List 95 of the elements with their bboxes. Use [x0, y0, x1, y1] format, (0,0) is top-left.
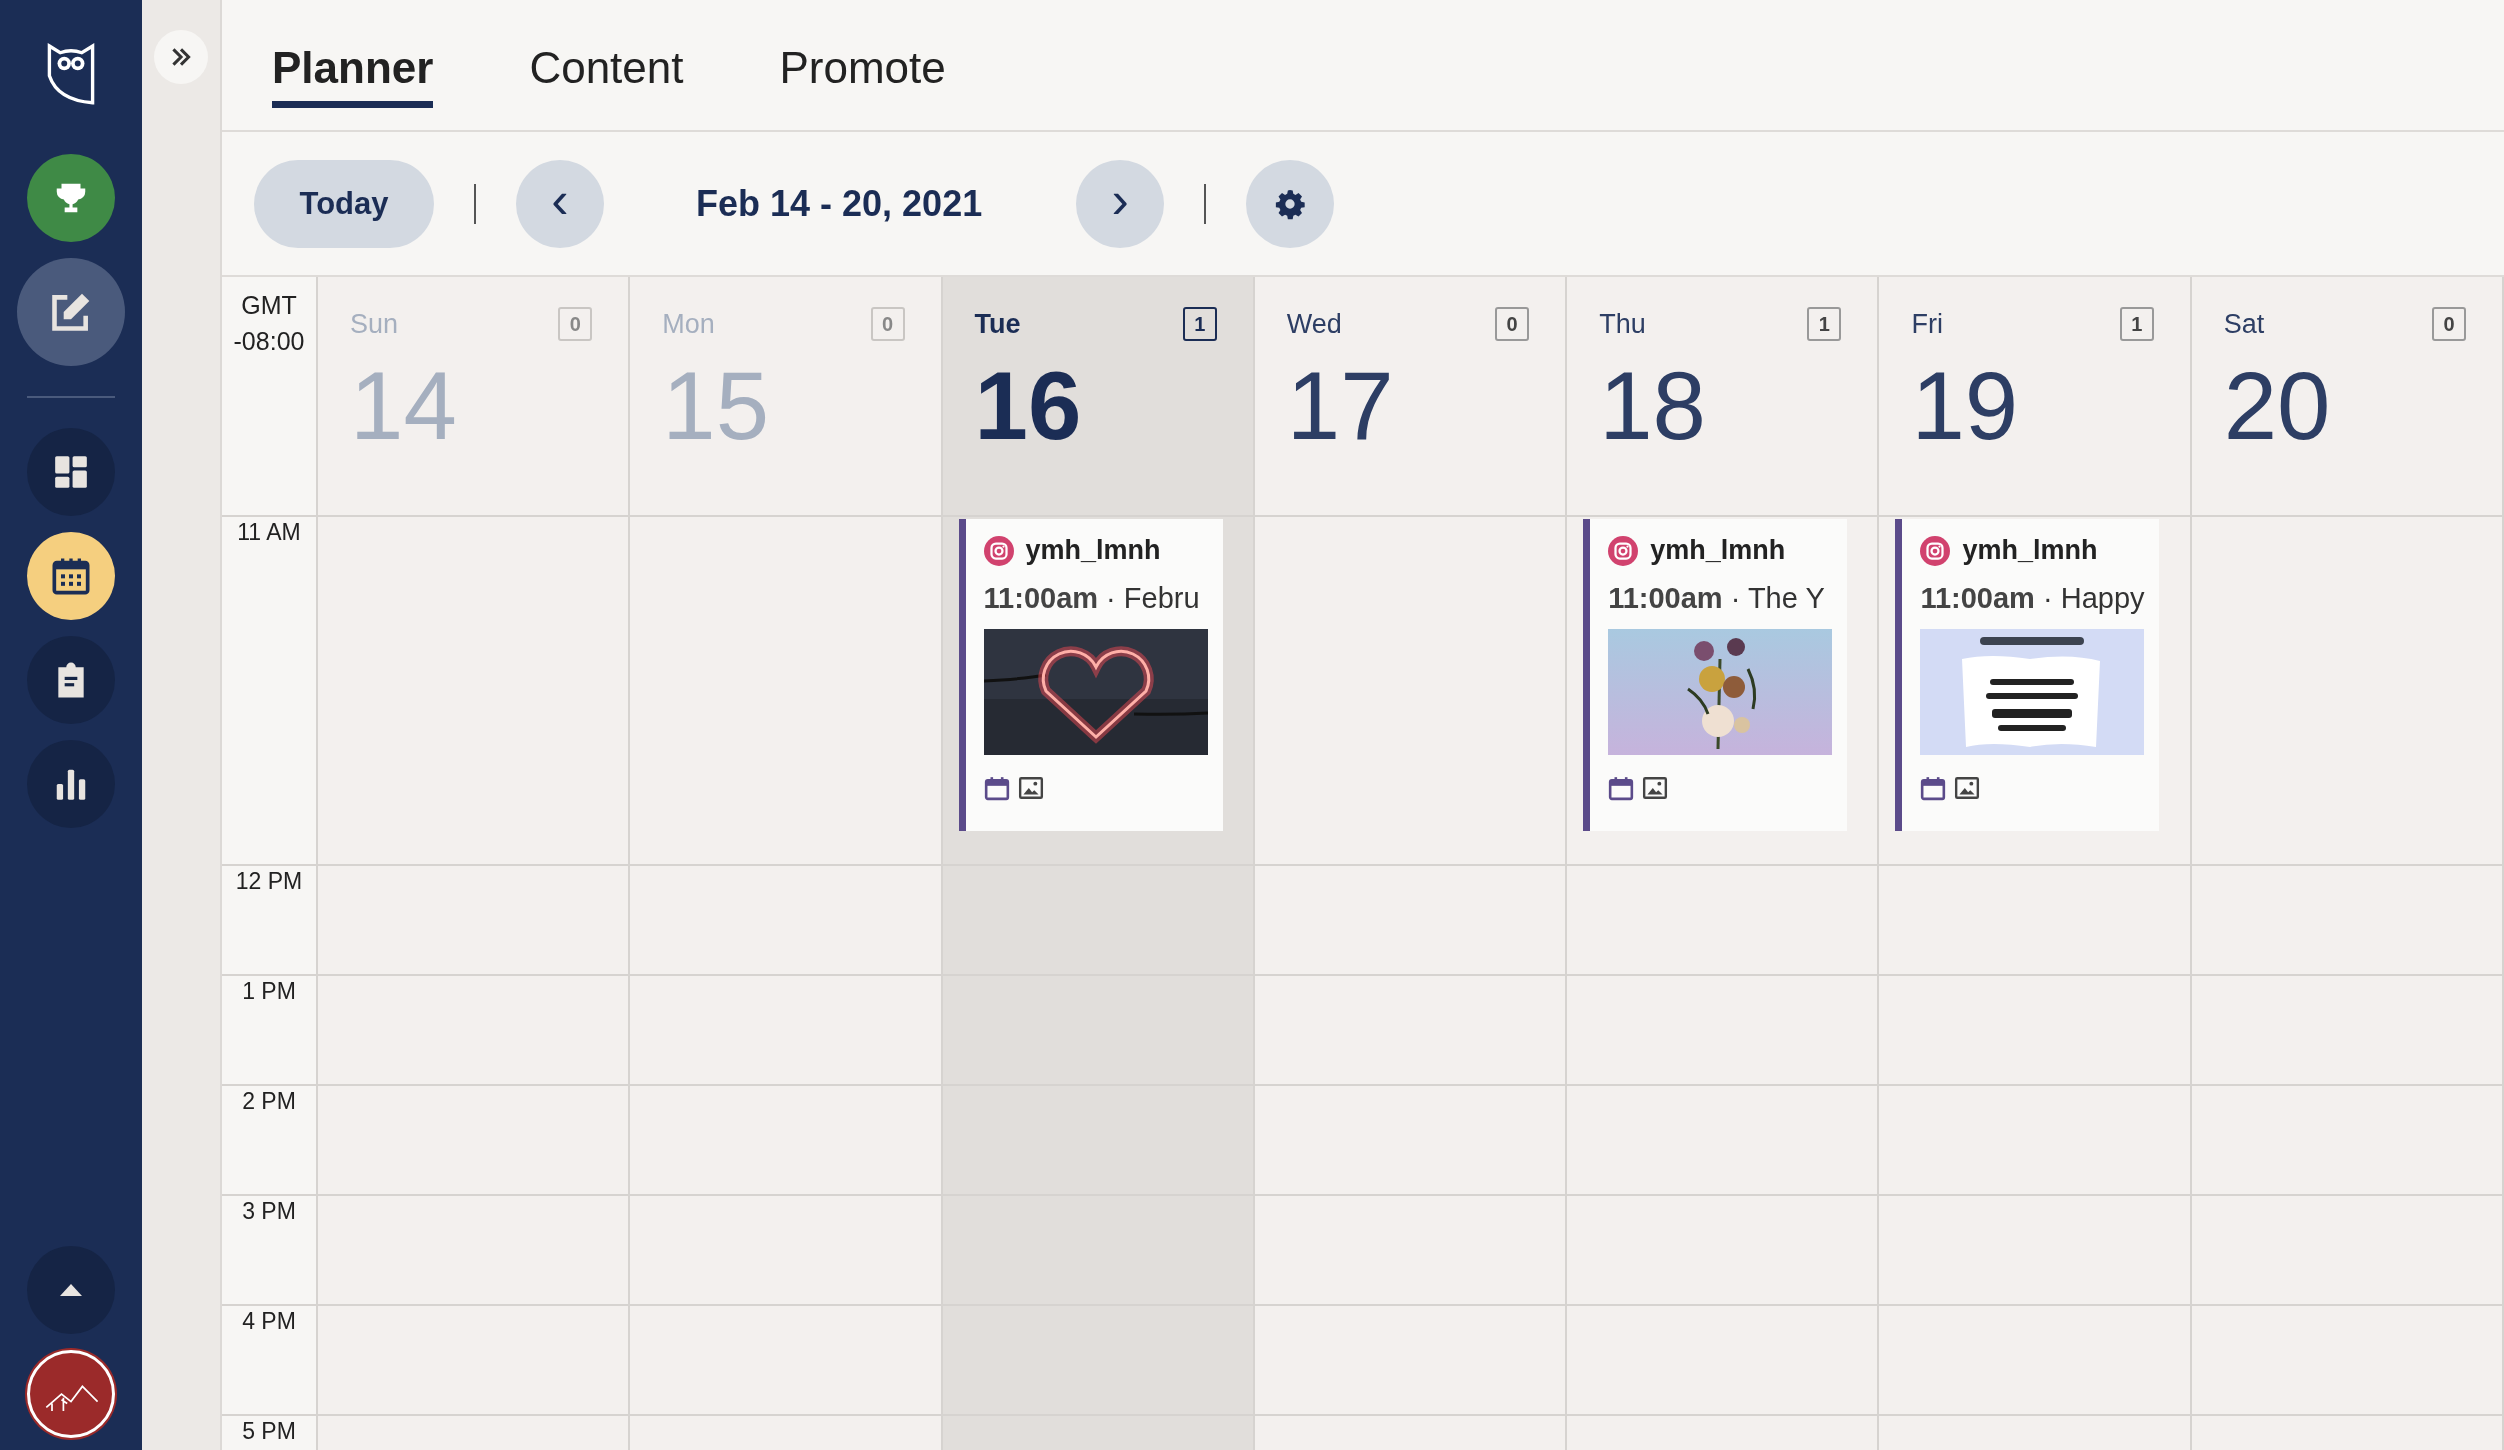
calendar-cell[interactable]: [1567, 976, 1880, 1086]
calendar-cell[interactable]: [2191, 1086, 2504, 1196]
day-number: 19: [1911, 351, 2020, 461]
day-number: 14: [350, 351, 458, 461]
calendar-cell[interactable]: [318, 866, 631, 976]
next-button[interactable]: ›: [1076, 159, 1165, 248]
hour-label: 12 PM: [235, 868, 303, 895]
account-name: ymh_lmnh: [1650, 535, 1786, 566]
profile-avatar[interactable]: [27, 1350, 115, 1438]
previous-button[interactable]: ‹: [516, 159, 604, 248]
post-time-title: 11:00am · Happy: [1920, 582, 2146, 615]
calendar-cell[interactable]: [1879, 1306, 2192, 1416]
day-number: 18: [1599, 351, 1707, 461]
calendar-cell[interactable]: [2191, 866, 2504, 976]
day-number: 15: [662, 351, 771, 461]
post-count: 0: [1495, 307, 1530, 341]
hour-label: 5 PM: [242, 1418, 296, 1445]
day-name: Sat: [2223, 308, 2265, 340]
calendar-cell[interactable]: [1254, 976, 1568, 1086]
calendar-cell[interactable]: [1879, 1196, 2192, 1306]
timezone-label: GMT -08:00: [222, 277, 318, 517]
day-name: Wed: [1286, 308, 1342, 340]
calendar-cell[interactable]: [1254, 1196, 1568, 1306]
day-name: Fri: [1911, 308, 1943, 340]
calendar-cell[interactable]: [318, 976, 631, 1086]
instagram-icon: [1608, 535, 1639, 566]
post-count: 0: [870, 307, 905, 341]
date-range: Feb 14 - 20, 2021: [695, 182, 984, 225]
calendar-cell[interactable]: [318, 1196, 631, 1306]
calendar-cell[interactable]: [1567, 866, 1880, 976]
instagram-icon: [983, 535, 1014, 566]
calendar-cell[interactable]: [2191, 517, 2504, 866]
calendar-cell[interactable]: [942, 866, 1255, 976]
post-count: 1: [1182, 307, 1217, 341]
image-icon: [1642, 775, 1669, 801]
calendar-icon: [51, 556, 91, 596]
post-count: 1: [2119, 307, 2154, 341]
calendar-cell[interactable]: [318, 1086, 631, 1196]
post-card[interactable]: ymh_lmnh 11:00am · The Y: [1583, 519, 1848, 831]
calendar-cell[interactable]: [942, 1086, 1255, 1196]
calendar-cell[interactable]: [1254, 866, 1568, 976]
calendar-cell[interactable]: [2191, 1306, 2504, 1416]
image-icon: [1017, 775, 1044, 801]
post-count: 1: [1807, 307, 1842, 341]
instagram-icon: [1920, 535, 1951, 566]
hour-label: 1 PM: [242, 978, 296, 1005]
dashboard-icon: [52, 453, 90, 491]
calendar-cell[interactable]: [1254, 1306, 1568, 1416]
caret-up-icon: [58, 1283, 84, 1297]
calendar-cell[interactable]: [1879, 976, 2192, 1086]
calendar-cell[interactable]: [2191, 1196, 2504, 1306]
calendar-cell[interactable]: [2191, 976, 2504, 1086]
hour-label: 11 AM: [237, 519, 301, 546]
calendar-cell[interactable]: [1254, 1086, 1568, 1196]
day-number: 16: [974, 351, 1083, 461]
calendar-cell[interactable]: [318, 517, 631, 866]
day-name: Tue: [974, 308, 1021, 340]
post-card[interactable]: ymh_lmnh 11:00am · Febru: [958, 519, 1223, 831]
settings-icon: [1274, 187, 1307, 220]
post-time-title: 11:00am · Febru: [983, 582, 1201, 615]
calendar-cell[interactable]: [1567, 1196, 1880, 1306]
calendar-cell[interactable]: [942, 1196, 1255, 1306]
hour-label: 2 PM: [242, 1088, 296, 1115]
calendar-icon: [983, 775, 1010, 801]
account-name: ymh_lmnh: [1962, 535, 2098, 566]
day-name: Sun: [350, 308, 399, 340]
calendar-cell[interactable]: [1879, 1086, 2192, 1196]
calendar-cell[interactable]: [1567, 1086, 1880, 1196]
calendar-cell[interactable]: [1567, 1306, 1880, 1416]
hour-label: 4 PM: [242, 1308, 296, 1335]
account-name: ymh_lmnh: [1025, 535, 1161, 566]
day-number: 20: [2223, 351, 2332, 461]
calendar-icon: [1608, 775, 1635, 801]
calendar-cell[interactable]: ymh_lmnh 11:00am · Happy: [1879, 517, 2192, 866]
day-name: Thu: [1599, 308, 1646, 340]
tab[interactable]: Planner: [272, 22, 434, 108]
tab[interactable]: Promote: [779, 22, 946, 108]
calendar-cell[interactable]: [942, 976, 1255, 1086]
calendar-cell[interactable]: [1254, 517, 1568, 866]
calendar-cell[interactable]: ymh_lmnh 11:00am · The Y: [1567, 517, 1880, 866]
calendar-cell[interactable]: [318, 1306, 631, 1416]
calendar-cell[interactable]: [1879, 866, 2192, 976]
image-icon: [1954, 775, 1981, 801]
day-name: Mon: [662, 308, 715, 340]
post-count: 0: [2432, 307, 2466, 341]
today-button[interactable]: Today: [254, 159, 434, 248]
day-number: 17: [1286, 351, 1395, 461]
calendar-icon: [1920, 775, 1947, 801]
calendar-cell[interactable]: ymh_lmnh 11:00am · Febru: [942, 517, 1255, 866]
calendar-cell[interactable]: [942, 1306, 1255, 1416]
tab[interactable]: Content: [529, 22, 684, 108]
post-count: 0: [558, 307, 593, 341]
post-time-title: 11:00am · The Y: [1608, 582, 1826, 615]
hour-label: 3 PM: [242, 1198, 296, 1225]
post-card[interactable]: ymh_lmnh 11:00am · Happy: [1895, 519, 2160, 831]
